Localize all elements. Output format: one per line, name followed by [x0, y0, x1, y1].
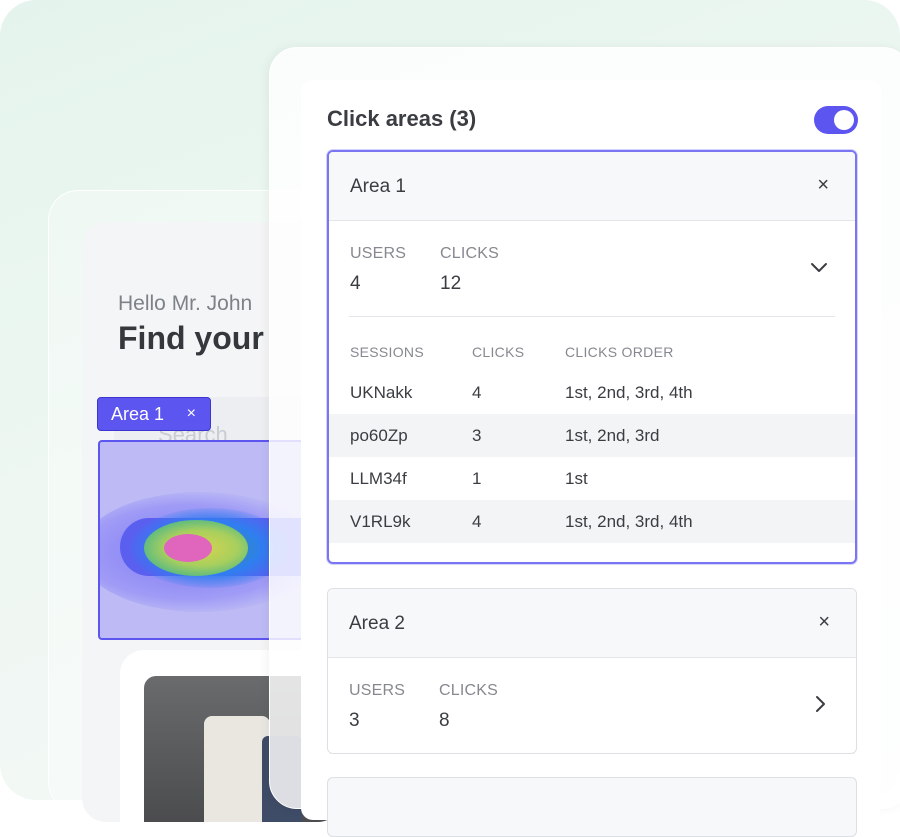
product-bag-image [204, 716, 270, 822]
session-id: V1RL9k [350, 512, 411, 531]
session-clicks: 4 [472, 383, 482, 402]
area-tag-label: Area 1 [111, 403, 165, 424]
close-icon[interactable]: × [818, 611, 830, 634]
greeting-text: Hello Mr. John [118, 292, 253, 315]
clicks-value: 12 [440, 273, 462, 294]
users-value: 4 [350, 273, 361, 294]
area-1-tag[interactable]: Area 1 × [97, 397, 211, 431]
session-id: UKNakk [350, 383, 413, 402]
area-name: Area 2 [349, 613, 405, 634]
clicks-label: CLICKS [439, 682, 498, 699]
session-id: po60Zp [350, 426, 408, 445]
session-clicks-order: 1st, 2nd, 3rd [565, 426, 660, 445]
chevron-down-icon[interactable] [809, 257, 829, 277]
table-row[interactable]: LLM34f 1 1st [329, 457, 855, 500]
users-label: USERS [349, 682, 406, 699]
session-clicks-order: 1st, 2nd, 3rd, 4th [565, 512, 693, 531]
session-clicks-order: 1st, 2nd, 3rd, 4th [565, 383, 693, 402]
session-clicks: 4 [472, 512, 482, 531]
chevron-right-icon[interactable] [810, 694, 830, 714]
area-name: Area 1 [350, 176, 406, 197]
table-row[interactable]: V1RL9k 4 1st, 2nd, 3rd, 4th [329, 500, 855, 543]
toggle-knob [834, 110, 854, 130]
area-card-1[interactable]: Area 1 × USERS 4 CLICKS 12 SESSIONS CLIC… [327, 150, 857, 564]
table-row[interactable]: UKNakk 4 1st, 2nd, 3rd, 4th [329, 371, 855, 414]
table-row[interactable]: po60Zp 3 1st, 2nd, 3rd [329, 414, 855, 457]
session-clicks: 3 [472, 426, 482, 445]
sessions-table: UKNakk 4 1st, 2nd, 3rd, 4th po60Zp 3 1st… [329, 371, 855, 543]
users-label: USERS [350, 245, 407, 262]
sessions-column-header: SESSIONS [350, 344, 424, 360]
heatmap-hotspot [164, 534, 212, 562]
click-areas-toggle[interactable] [814, 106, 858, 134]
area-stats: USERS 4 CLICKS 12 [329, 221, 855, 317]
page-heading: Find your [118, 320, 264, 356]
clicks-order-column-header: CLICKS ORDER [565, 344, 674, 360]
clicks-value: 8 [439, 710, 450, 731]
session-id: LLM34f [350, 469, 407, 488]
session-clicks-order: 1st [565, 469, 588, 488]
close-icon[interactable]: × [187, 405, 196, 423]
area-card-2[interactable]: Area 2 × USERS 3 CLICKS 8 [327, 588, 857, 754]
clicks-label: CLICKS [440, 245, 499, 262]
clicks-column-header: CLICKS [472, 344, 525, 360]
users-value: 3 [349, 710, 360, 731]
panel-title: Click areas (3) [327, 106, 477, 131]
session-clicks: 1 [472, 469, 482, 488]
area-card-3[interactable] [327, 777, 857, 837]
click-areas-panel: Click areas (3) Area 1 × USERS 4 CLICKS … [301, 80, 881, 837]
area-stats: USERS 3 CLICKS 8 [328, 658, 856, 753]
area-card-header[interactable]: Area 2 × [328, 589, 856, 658]
close-icon[interactable]: × [817, 174, 829, 197]
area-card-header[interactable]: Area 1 × [329, 152, 855, 221]
divider [349, 316, 835, 317]
